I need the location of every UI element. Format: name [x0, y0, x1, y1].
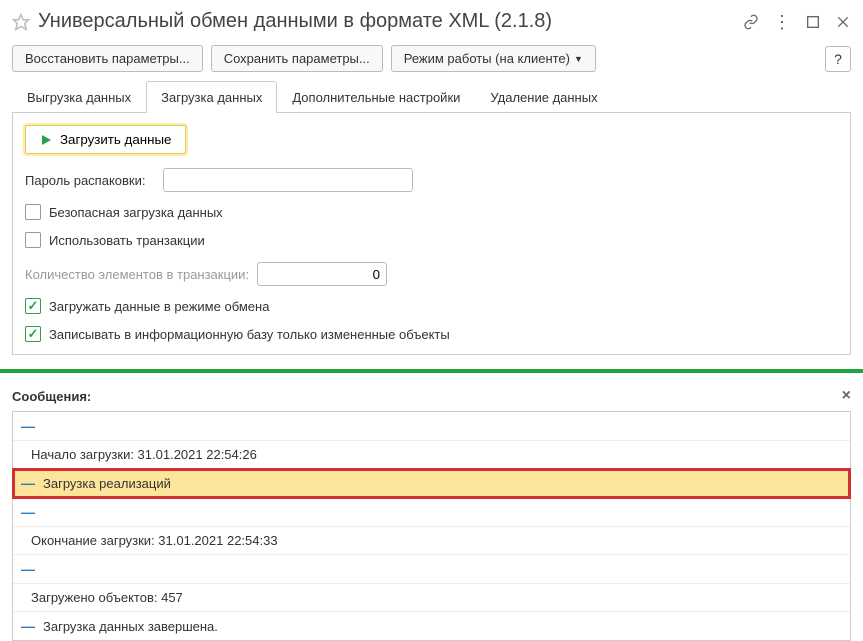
message-text: Окончание загрузки: 31.01.2021 22:54:33 [31, 533, 278, 548]
tab-delete[interactable]: Удаление данных [475, 81, 612, 113]
exchange-mode-label: Загружать данные в режиме обмена [49, 299, 269, 314]
message-row[interactable]: — [13, 498, 850, 527]
write-changed-label: Записывать в информационную базу только … [49, 327, 450, 342]
close-messages-icon[interactable]: × [842, 387, 851, 405]
chevron-down-icon: ▼ [574, 54, 583, 64]
tab-export[interactable]: Выгрузка данных [12, 81, 146, 113]
exchange-mode-checkbox[interactable] [25, 298, 41, 314]
collapse-icon[interactable]: — [21, 475, 35, 491]
load-data-label: Загрузить данные [60, 132, 171, 147]
tab-additional[interactable]: Дополнительные настройки [277, 81, 475, 113]
tab-import[interactable]: Загрузка данных [146, 81, 277, 113]
load-data-button[interactable]: Загрузить данные [25, 125, 186, 154]
work-mode-button[interactable]: Режим работы (на клиенте) ▼ [391, 45, 596, 72]
close-icon[interactable] [835, 14, 851, 30]
message-text: Начало загрузки: 31.01.2021 22:54:26 [31, 447, 257, 462]
help-button[interactable]: ? [825, 46, 851, 72]
tx-count-label: Количество элементов в транзакции: [25, 267, 249, 282]
message-row-highlighted[interactable]: — Загрузка реализаций [13, 469, 850, 498]
maximize-icon[interactable] [805, 14, 821, 30]
collapse-icon[interactable]: — [21, 618, 35, 634]
messages-title: Сообщения: [12, 389, 842, 404]
collapse-icon[interactable]: — [21, 504, 35, 520]
safe-load-label: Безопасная загрузка данных [49, 205, 223, 220]
message-text: Загрузка реализаций [43, 476, 171, 491]
message-row[interactable]: — [13, 412, 850, 441]
collapse-icon[interactable]: — [21, 561, 35, 577]
message-text: Загрузка данных завершена. [43, 619, 218, 634]
favorite-star-icon[interactable] [12, 13, 30, 31]
message-row[interactable]: Начало загрузки: 31.01.2021 22:54:26 [13, 441, 850, 469]
more-menu-icon[interactable]: ⋮ [773, 13, 791, 31]
play-icon [40, 134, 52, 146]
save-params-button[interactable]: Сохранить параметры... [211, 45, 383, 72]
work-mode-label: Режим работы (на клиенте) [404, 51, 570, 66]
message-text: Загружено объектов: 457 [31, 590, 183, 605]
collapse-icon[interactable]: — [21, 418, 35, 434]
tx-count-input[interactable] [257, 262, 387, 286]
restore-params-button[interactable]: Восстановить параметры... [12, 45, 203, 72]
password-input[interactable] [163, 168, 413, 192]
message-row[interactable]: — Загрузка данных завершена. [13, 612, 850, 640]
write-changed-checkbox[interactable] [25, 326, 41, 342]
messages-panel: — Начало загрузки: 31.01.2021 22:54:26 —… [12, 411, 851, 641]
message-row[interactable]: Загружено объектов: 457 [13, 584, 850, 612]
link-icon[interactable] [743, 14, 759, 30]
safe-load-checkbox[interactable] [25, 204, 41, 220]
window-title: Универсальный обмен данными в формате XM… [38, 10, 743, 33]
message-row[interactable]: Окончание загрузки: 31.01.2021 22:54:33 [13, 527, 850, 555]
use-transactions-checkbox[interactable] [25, 232, 41, 248]
use-transactions-label: Использовать транзакции [49, 233, 205, 248]
password-label: Пароль распаковки: [25, 173, 155, 188]
divider [0, 369, 863, 373]
